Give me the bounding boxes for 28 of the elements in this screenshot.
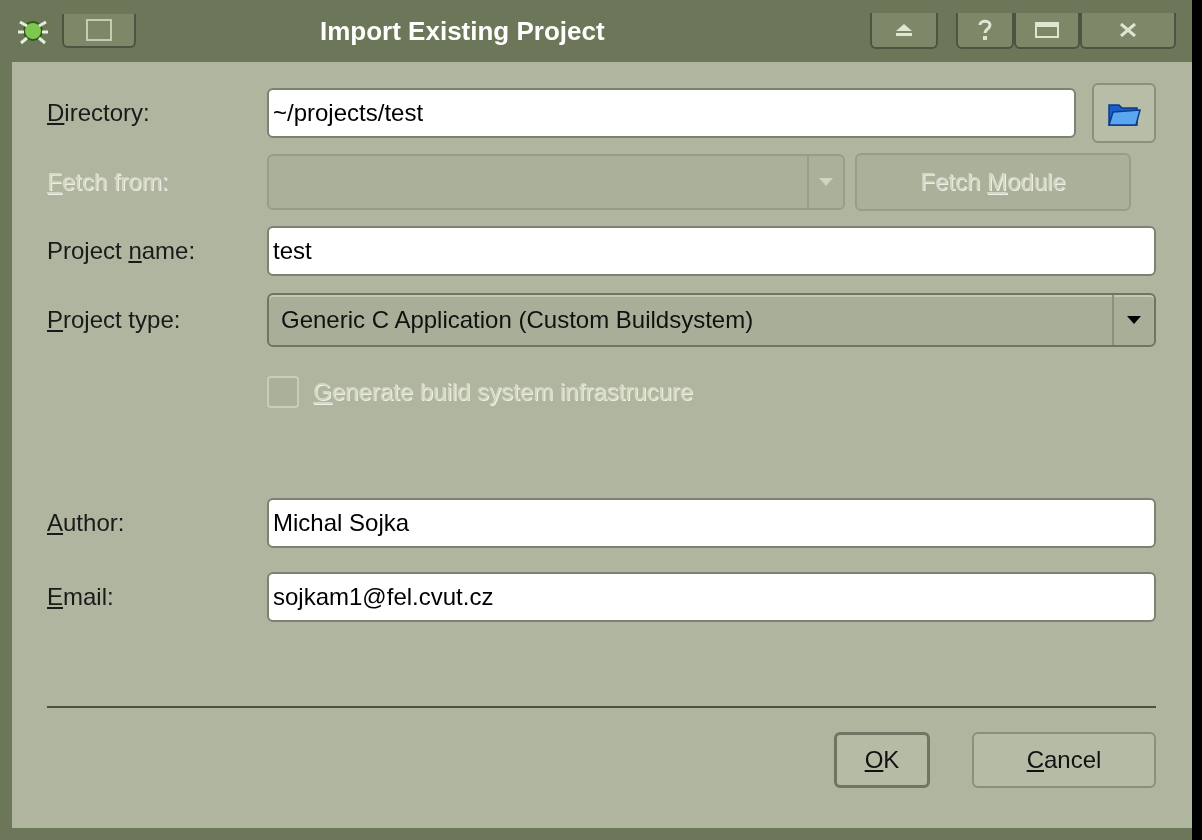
text-field[interactable]: test bbox=[267, 226, 1156, 276]
field-label: Project type: bbox=[47, 305, 182, 335]
maximize-icon bbox=[1035, 22, 1059, 38]
field-label: Directory: bbox=[47, 98, 151, 128]
project-type-dropdown[interactable]: Generic C Application (Custom Buildsystem) bbox=[267, 293, 1156, 347]
field-label: Author: bbox=[47, 508, 126, 538]
shade-button[interactable] bbox=[870, 13, 938, 49]
caret-icon bbox=[1127, 316, 1141, 324]
close-button[interactable] bbox=[1080, 13, 1176, 49]
field-label: Project name: bbox=[47, 236, 197, 266]
maximize-button[interactable] bbox=[1014, 13, 1080, 49]
checkbox-label: Generate build system infrastrucure bbox=[313, 377, 694, 407]
eject-icon bbox=[895, 24, 913, 36]
window-menu-button[interactable] bbox=[62, 14, 136, 48]
field-label: Email: bbox=[47, 582, 115, 612]
help-button[interactable] bbox=[956, 13, 1014, 49]
text-field[interactable]: sojkam1@fel.cvut.cz bbox=[267, 572, 1156, 622]
field-label: Fetch from: bbox=[47, 167, 170, 197]
dialog-button[interactable]: Cancel bbox=[972, 732, 1156, 788]
help-icon bbox=[978, 19, 992, 41]
close-icon bbox=[1119, 23, 1137, 37]
browse-button[interactable] bbox=[1092, 83, 1156, 143]
text-field[interactable]: Michal Sojka bbox=[267, 498, 1156, 548]
window-icon bbox=[86, 19, 112, 41]
caret-icon bbox=[819, 178, 833, 186]
dialog-button[interactable]: OK bbox=[834, 732, 930, 788]
window-title: Import Existing Project bbox=[320, 14, 605, 48]
text-field[interactable]: ~/projects/test bbox=[267, 88, 1076, 138]
